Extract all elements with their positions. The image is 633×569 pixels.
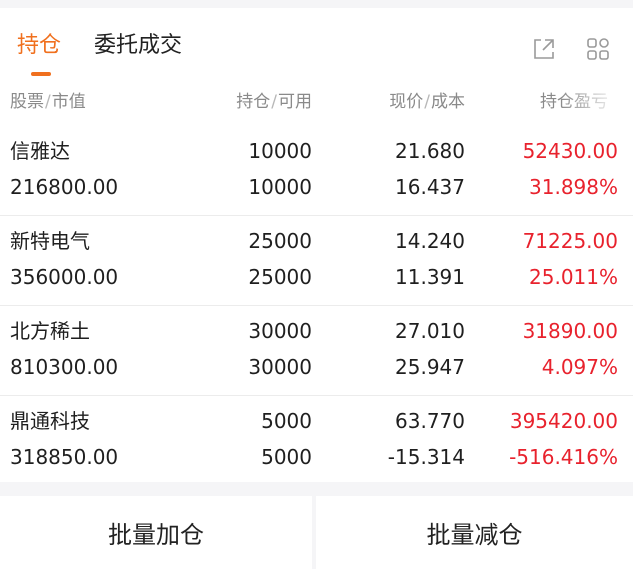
grid-icon[interactable]	[585, 36, 611, 62]
current-price: 14.240	[395, 229, 465, 253]
batch-reduce-button[interactable]: 批量减仓	[316, 496, 633, 569]
pnl-percent: 31.898%	[529, 175, 618, 199]
header-price: 现价	[389, 92, 424, 112]
cost-price: -15.314	[387, 445, 465, 469]
market-value: 810300.00	[10, 355, 119, 379]
header-name: 股票	[10, 92, 44, 112]
pnl-amount: 395420.00	[509, 409, 618, 433]
current-price: 21.680	[395, 139, 465, 163]
pnl-amount: 31890.00	[522, 319, 618, 343]
header-position: 持仓	[236, 92, 271, 112]
batch-add-button[interactable]: 批量加仓	[0, 496, 312, 569]
cost-price: 11.391	[395, 265, 465, 289]
pnl-amount: 52430.00	[522, 139, 618, 163]
pnl-percent: 4.097%	[541, 355, 618, 379]
position-qty: 5000	[261, 409, 312, 433]
available-qty: 10000	[248, 175, 312, 199]
header-fade-overlay	[560, 88, 633, 116]
current-price: 27.010	[395, 319, 465, 343]
header-available: 可用	[278, 92, 312, 112]
tab-bar: 持仓 委托成交	[0, 8, 633, 80]
column-header-position[interactable]: 持仓/可用	[236, 90, 312, 114]
tab-orders-trades[interactable]: 委托成交	[94, 32, 182, 60]
batch-action-bar: 批量加仓 批量减仓	[0, 496, 633, 569]
pnl-percent: -516.416%	[509, 445, 618, 469]
stock-name: 新特电气	[10, 229, 90, 253]
position-qty: 10000	[248, 139, 312, 163]
stock-name: 信雅达	[10, 139, 70, 163]
position-qty: 25000	[248, 229, 312, 253]
share-icon[interactable]	[531, 36, 557, 62]
available-qty: 30000	[248, 355, 312, 379]
header-market-value: 市值	[51, 92, 86, 112]
available-qty: 5000	[261, 445, 312, 469]
column-header-name-value[interactable]: 股票/市值	[10, 90, 86, 114]
column-header-price[interactable]: 现价/成本	[389, 90, 465, 114]
holding-row[interactable]: 信雅达 216800.00 10000 10000 21.680 16.437 …	[0, 126, 633, 216]
stock-name: 鼎通科技	[10, 409, 90, 433]
tab-holdings[interactable]: 持仓	[17, 32, 61, 60]
cost-price: 16.437	[395, 175, 465, 199]
market-value: 216800.00	[10, 175, 119, 199]
stock-name: 北方稀土	[10, 319, 90, 343]
active-tab-indicator	[31, 72, 51, 76]
pnl-percent: 25.011%	[529, 265, 618, 289]
market-value: 318850.00	[10, 445, 119, 469]
pnl-amount: 71225.00	[522, 229, 618, 253]
holding-row[interactable]: 北方稀土 810300.00 30000 30000 27.010 25.947…	[0, 306, 633, 396]
position-qty: 30000	[248, 319, 312, 343]
header-cost: 成本	[431, 92, 465, 112]
holding-row[interactable]: 鼎通科技 318850.00 5000 5000 63.770 -15.314 …	[0, 396, 633, 486]
holding-row[interactable]: 新特电气 356000.00 25000 25000 14.240 11.391…	[0, 216, 633, 306]
market-value: 356000.00	[10, 265, 119, 289]
positions-panel: 持仓 委托成交 股票/市值 持仓/可用 现价/成本 持仓盈亏 信雅达 21680…	[0, 8, 633, 482]
current-price: 63.770	[395, 409, 465, 433]
available-qty: 25000	[248, 265, 312, 289]
cost-price: 25.947	[395, 355, 465, 379]
